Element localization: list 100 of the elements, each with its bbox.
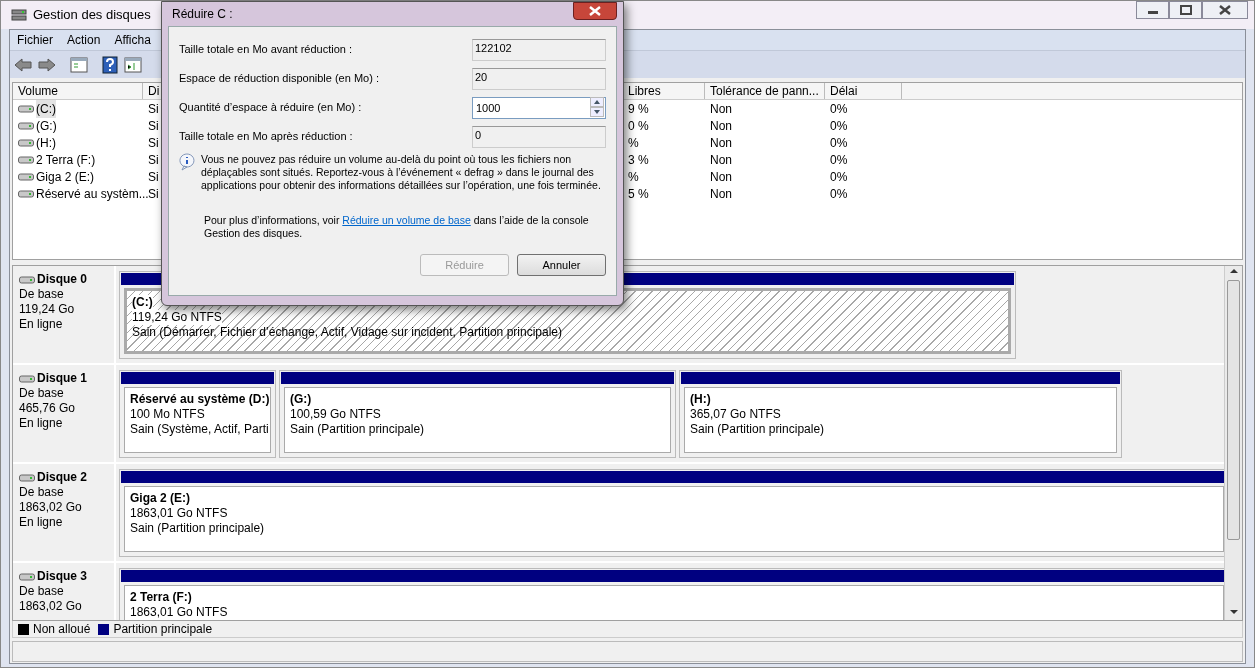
table-cell: 0% — [830, 186, 848, 201]
partition-size: 119,24 Go NTFS — [132, 310, 222, 325]
table-cell: Si — [148, 186, 159, 201]
field-label: Espace de réduction disponible (en Mo) : — [179, 71, 380, 87]
spin-down-button[interactable] — [590, 106, 604, 117]
partition-name: (G:) — [290, 392, 313, 407]
disk-type: De base — [19, 485, 65, 500]
disk-size: 119,24 Go — [19, 302, 76, 317]
cancel-button[interactable]: Annuler — [517, 254, 606, 276]
table-cell: Si — [148, 118, 159, 133]
down-icon — [594, 109, 600, 114]
table-cell: Non — [710, 118, 732, 133]
table-cell: Si — [148, 101, 159, 116]
table-cell: 0% — [830, 118, 848, 133]
drive-icon — [18, 137, 34, 148]
table-cell: 0 % — [628, 118, 649, 133]
number-field[interactable]: 1000 — [472, 96, 606, 119]
drive-name[interactable]: 2 Terra (F:) — [36, 150, 96, 169]
menu-item[interactable]: Action — [60, 31, 108, 49]
drive-name[interactable]: (G:) — [36, 116, 57, 135]
partition-size: 100,59 Go NTFS — [290, 407, 382, 422]
info-text: Vous ne pouvez pas réduire un volume au-delà du point où tous les fichiers non déplaçables sont situés. Reportez-vous à l’événement « defrag » dans le journal des applications pour obtenir des informations détaillées sur l’opération, une fois terminée. — [201, 153, 602, 192]
action-pane-icon[interactable] — [124, 56, 142, 73]
column-header[interactable]: Volume — [18, 84, 59, 98]
disk-name: Disque 3 — [37, 569, 87, 584]
close-icon — [589, 6, 601, 16]
partition-block[interactable]: Giga 2 (E:) 1863,01 Go NTFS Sain (Partition principale) — [119, 469, 1224, 557]
field-label: Taille totale en Mo avant réduction : — [179, 42, 354, 58]
disk-type: De base — [19, 584, 65, 599]
disk-management-icon — [11, 7, 27, 23]
partition-status: Sain (Partition principale) — [130, 521, 266, 536]
table-cell: Non — [710, 186, 732, 201]
disk-name: Disque 1 — [37, 371, 87, 386]
drive-icon — [19, 274, 35, 285]
info-icon — [179, 153, 195, 171]
help-icon[interactable] — [102, 55, 118, 74]
partition-block[interactable]: (G:) 100,59 Go NTFS Sain (Partition principale) — [279, 370, 676, 458]
readonly-field: 122102 — [472, 38, 606, 61]
disk-status: En ligne — [19, 515, 64, 530]
partition-name: (H:) — [690, 392, 712, 407]
disk-size: 1863,02 Go — [19, 500, 83, 515]
partition-name: 2 Terra (F:) — [130, 590, 193, 605]
readonly-field: 0 — [472, 125, 606, 148]
disk-name: Disque 0 — [37, 272, 87, 287]
drive-name[interactable]: Réservé au systèm... — [36, 184, 149, 203]
disk-size: 1863,02 Go — [19, 599, 83, 614]
table-cell: 5 % — [628, 186, 649, 201]
table-cell: 0% — [830, 101, 848, 116]
partition-block[interactable]: Réservé au système (D:) 100 Mo NTFS Sain (Système, Actif, Parti — [119, 370, 276, 458]
console-tree-icon[interactable] — [70, 56, 88, 73]
readonly-field: 20 — [472, 67, 606, 90]
drive-icon — [18, 171, 34, 182]
restore-icon — [1179, 5, 1192, 15]
field-label: Quantité d’espace à réduire (en Mo) : — [179, 100, 363, 116]
disk-size: 465,76 Go — [19, 401, 77, 416]
dialog-title: Réduire C : — [172, 6, 233, 23]
minimize-button[interactable] — [1136, 1, 1169, 19]
menu-item[interactable]: Afficha — [107, 31, 158, 49]
forward-arrow-icon[interactable] — [38, 57, 56, 72]
table-cell: Si — [148, 169, 159, 184]
partition-status: Sain (Partition principale) — [690, 422, 826, 437]
drive-name[interactable]: (H:) — [36, 133, 56, 152]
scrollbar-thumb[interactable] — [1227, 280, 1240, 540]
partition-block[interactable]: 2 Terra (F:) 1863,01 Go NTFS — [119, 568, 1224, 620]
table-cell: 0% — [830, 169, 848, 184]
partition-status: Sain (Démarrer, Fichier d’échange, Actif, Vidage sur incident, Partition principale) — [132, 325, 563, 340]
partition-block[interactable]: (H:) 365,07 Go NTFS Sain (Partition principale) — [679, 370, 1122, 458]
partition-status: Sain (Partition principale) — [290, 422, 426, 437]
scroll-up-icon[interactable] — [1228, 266, 1239, 276]
drive-icon — [18, 120, 34, 131]
table-cell: % — [628, 135, 639, 150]
drive-icon — [18, 188, 34, 199]
disk-status: En ligne — [19, 416, 64, 431]
window-title: Gestion des disques — [33, 6, 151, 25]
drive-icon — [19, 571, 35, 582]
table-cell: 0% — [830, 152, 848, 167]
table-cell: 9 % — [628, 101, 649, 116]
partition-size: 1863,01 Go NTFS — [130, 605, 229, 620]
more-info-text: Pour plus d’informations, voir Réduire un volume de base dans l’aide de la console Gestion des disques. — [204, 214, 590, 240]
column-header[interactable]: Tolérance de pann... — [710, 84, 819, 98]
back-arrow-icon[interactable] — [14, 57, 32, 72]
column-header[interactable]: Di — [148, 84, 160, 98]
partition-size: 100 Mo NTFS — [130, 407, 206, 422]
table-cell: Si — [148, 135, 159, 150]
dialog-close-button[interactable] — [573, 2, 617, 20]
drive-name[interactable]: Giga 2 (E:) — [36, 167, 95, 186]
table-cell: Non — [710, 152, 732, 167]
menu-item[interactable]: Fichier — [10, 31, 60, 49]
table-cell: Si — [148, 152, 159, 167]
legend-label: Partition principale — [113, 621, 213, 638]
help-link[interactable]: Réduire un volume de base — [342, 214, 471, 226]
close-button[interactable] — [1202, 1, 1248, 19]
column-header[interactable]: Libres — [628, 84, 661, 98]
column-header[interactable]: Délai — [830, 84, 858, 98]
drive-icon — [18, 103, 34, 114]
scroll-down-icon[interactable] — [1228, 607, 1239, 617]
spin-up-button[interactable] — [590, 96, 604, 107]
drive-icon — [19, 373, 35, 384]
table-cell: 0% — [830, 135, 848, 150]
maximize-button[interactable] — [1169, 1, 1202, 19]
